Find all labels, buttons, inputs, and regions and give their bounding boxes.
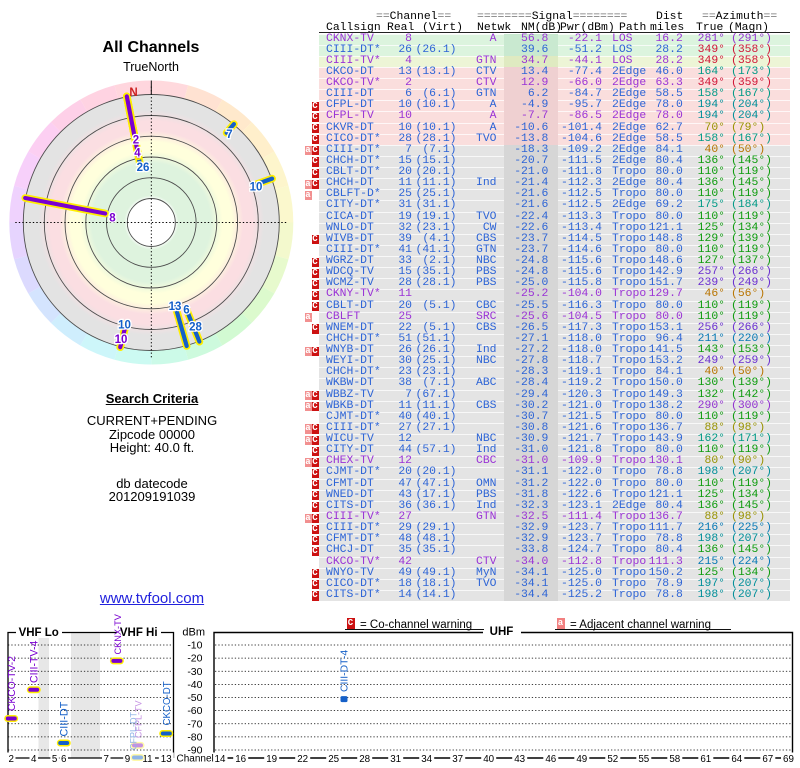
- svg-text:CIII-DT: CIII-DT: [59, 701, 71, 736]
- svg-text:4: 4: [134, 148, 141, 160]
- svg-text:6: 6: [183, 305, 189, 317]
- svg-text:58: 58: [669, 754, 680, 765]
- svg-text:52: 52: [607, 754, 618, 765]
- svg-text:VHF Hi: VHF Hi: [120, 627, 158, 639]
- svg-text:28: 28: [359, 754, 370, 765]
- svg-text:22: 22: [297, 754, 308, 765]
- svg-text:37: 37: [452, 754, 463, 765]
- svg-text:67: 67: [762, 754, 773, 765]
- svg-text:10: 10: [118, 320, 131, 332]
- svg-text:6: 6: [61, 754, 67, 765]
- svg-text:2: 2: [9, 754, 14, 765]
- svg-text:-70: -70: [187, 718, 202, 730]
- svg-text:28: 28: [189, 322, 202, 334]
- svg-text:7: 7: [104, 754, 109, 765]
- svg-text:Channel: Channel: [177, 754, 214, 765]
- svg-text:13: 13: [161, 754, 172, 765]
- svg-text:69: 69: [783, 754, 794, 765]
- svg-text:CIII-DT-4: CIII-DT-4: [339, 650, 350, 692]
- svg-text:10: 10: [250, 182, 263, 194]
- svg-text:-10: -10: [187, 640, 202, 652]
- svg-text:49: 49: [576, 754, 587, 765]
- svg-text:CKNX-TV: CKNX-TV: [113, 613, 123, 654]
- svg-text:31: 31: [390, 754, 401, 765]
- svg-text:10: 10: [115, 334, 128, 346]
- svg-text:N: N: [129, 87, 137, 99]
- svg-text:VHF Lo: VHF Lo: [19, 627, 59, 639]
- svg-text:5: 5: [52, 754, 58, 765]
- svg-text:61: 61: [700, 754, 711, 765]
- svg-text:19: 19: [266, 754, 277, 765]
- svg-text:dBm: dBm: [182, 627, 205, 639]
- svg-text:4: 4: [31, 754, 37, 765]
- svg-text:-30: -30: [187, 666, 202, 678]
- svg-text:40: 40: [483, 754, 494, 765]
- svg-text:55: 55: [638, 754, 649, 765]
- svg-text:26: 26: [137, 162, 150, 174]
- svg-text:8: 8: [109, 213, 116, 225]
- svg-text:13: 13: [169, 301, 182, 313]
- svg-text:14: 14: [215, 754, 226, 765]
- svg-text:7: 7: [226, 129, 232, 141]
- svg-text:2: 2: [133, 135, 139, 147]
- svg-text:16: 16: [235, 754, 246, 765]
- svg-text:64: 64: [731, 754, 742, 765]
- svg-text:UHF: UHF: [490, 626, 514, 638]
- svg-text:-60: -60: [187, 705, 202, 717]
- svg-text:-50: -50: [187, 692, 202, 704]
- svg-text:46: 46: [545, 754, 556, 765]
- svg-text:CFPL-DT: CFPL-DT: [129, 711, 139, 750]
- svg-text:9: 9: [125, 754, 130, 765]
- svg-text:-80: -80: [187, 732, 202, 744]
- svg-text:-20: -20: [187, 653, 202, 665]
- svg-text:34: 34: [421, 754, 432, 765]
- svg-text:25: 25: [328, 754, 339, 765]
- svg-text:CIII-TV-4: CIII-TV-4: [29, 641, 41, 683]
- svg-text:CKCO-DT: CKCO-DT: [162, 681, 173, 725]
- svg-text:CKCO-TV-2: CKCO-TV-2: [7, 656, 18, 711]
- svg-text:-40: -40: [187, 679, 202, 691]
- svg-text:43: 43: [514, 754, 525, 765]
